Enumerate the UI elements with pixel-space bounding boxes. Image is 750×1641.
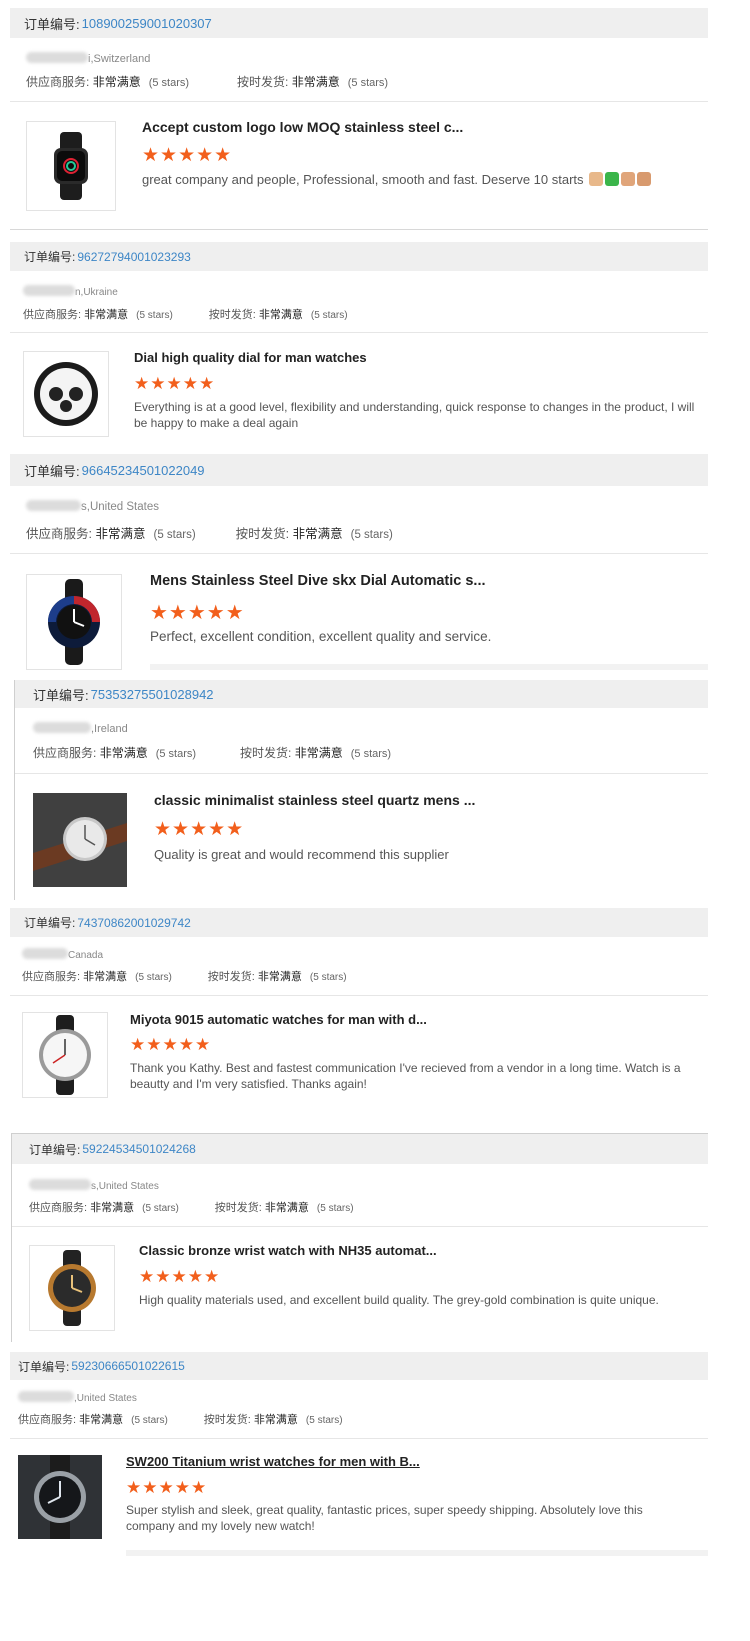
redacted-name [33, 722, 91, 733]
redacted-name [18, 1391, 74, 1402]
star-rating: ★★★★★ [126, 1478, 208, 1497]
order-header: 订单编号: 59230666501022615 [10, 1352, 708, 1380]
card-border [11, 1134, 12, 1342]
order-number-label: 订单编号: [18, 1359, 70, 1374]
minimalist-watch-image [33, 793, 127, 887]
order-number-label: 订单编号: [24, 463, 80, 479]
product-title[interactable]: Classic bronze wrist watch with NH35 aut… [139, 1243, 437, 1258]
buyer-location: i,Switzerland [26, 52, 150, 65]
redacted-name [26, 52, 88, 63]
flexed-biceps-icon [637, 172, 652, 186]
order-number-label: 订单编号: [24, 16, 80, 32]
bronze-watch-image [48, 1250, 96, 1326]
review-text: High quality materials used, and excelle… [139, 1293, 659, 1307]
order-header: 订单编号: 75353275501028942 [15, 680, 708, 708]
smartwatch-image [54, 132, 88, 200]
buyer-location: s,United States [26, 500, 159, 513]
divider [10, 332, 708, 333]
order-number-link[interactable]: 96645234501022049 [82, 463, 205, 478]
review-text: Quality is great and would recommend thi… [154, 847, 449, 862]
product-title[interactable]: SW200 Titanium wrist watches for men wit… [126, 1454, 420, 1469]
divider [10, 229, 708, 230]
star-rating: ★★★★★ [139, 1267, 221, 1286]
review-text: Perfect, excellent condition, excellent … [150, 629, 492, 644]
order-number-link[interactable]: 59224534501024268 [82, 1142, 195, 1156]
redacted-name [23, 285, 75, 296]
buyer-location: Canada [22, 948, 103, 961]
review-text: Super stylish and sleek, great quality, … [126, 1503, 643, 1534]
ok-hand-icon [621, 172, 636, 186]
star-rating: ★★★★★ [134, 374, 216, 393]
divider [126, 1550, 708, 1556]
buyer-location: ,United States [18, 1391, 137, 1404]
product-title[interactable]: classic minimalist stainless steel quart… [154, 792, 475, 808]
product-thumbnail[interactable] [18, 1455, 102, 1539]
product-title[interactable]: Miyota 9015 automatic watches for man wi… [130, 1012, 427, 1027]
buyer-location: s,United States [29, 1179, 159, 1192]
review-text: great company and people, Professional, … [142, 171, 702, 189]
product-title[interactable]: Accept custom logo low MOQ stainless ste… [142, 119, 463, 135]
thumbs-up-icon [589, 172, 604, 186]
order-number-link[interactable]: 74370862001029742 [77, 916, 190, 930]
order-number-link[interactable]: 108900259001020307 [82, 16, 212, 31]
divider [10, 553, 708, 554]
review-text: Everything is at a good level, flexibili… [134, 400, 695, 431]
order-header: 订单编号: 108900259001020307 [10, 8, 708, 38]
rating-row: 供应商服务: 非常满意 (5 stars) 按时发货: 非常满意 (5 stars) [18, 1414, 343, 1426]
dive-watch-image [48, 579, 100, 665]
check-mark-icon [605, 172, 620, 186]
rating-row: 供应商服务: 非常满意 (5 stars) 按时发货: 非常满意 (5 stars) [33, 746, 392, 760]
product-thumbnail[interactable] [26, 574, 122, 670]
product-thumbnail[interactable] [29, 1245, 115, 1331]
rating-row: 供应商服务: 非常满意 (5 stars) 按时发货: 非常满意 (5 stars) [29, 1202, 354, 1214]
buyer-location: n,Ukraine [23, 285, 118, 298]
divider [10, 1438, 708, 1439]
buyer-location: ,Ireland [33, 722, 128, 735]
redacted-name [26, 500, 81, 511]
order-number-link[interactable]: 59230666501022615 [71, 1359, 184, 1373]
order-number-label: 订单编号: [24, 250, 76, 264]
order-header: 订单编号: 96272794001023293 [10, 242, 708, 271]
rating-row: 供应商服务: 非常满意 (5 stars) 按时发货: 非常满意 (5 stars) [26, 75, 389, 89]
order-number-label: 订单编号: [24, 916, 76, 930]
divider [15, 773, 708, 774]
divider [150, 664, 708, 670]
order-number-label: 订单编号: [29, 1142, 81, 1157]
order-header: 订单编号: 74370862001029742 [10, 908, 708, 937]
rating-row: 供应商服务: 非常满意 (5 stars) 按时发货: 非常满意 (5 stars) [23, 309, 348, 321]
star-rating: ★★★★★ [154, 819, 245, 840]
divider [10, 995, 708, 996]
star-rating: ★★★★★ [150, 602, 245, 624]
order-number-link[interactable]: 96272794001023293 [77, 250, 190, 264]
order-number-link[interactable]: 75353275501028942 [91, 687, 214, 702]
divider [12, 1226, 708, 1227]
product-thumbnail[interactable] [22, 1012, 108, 1098]
redacted-name [22, 948, 68, 959]
titanium-watch-image [18, 1455, 102, 1539]
rating-row: 供应商服务: 非常满意 (5 stars) 按时发货: 非常满意 (5 stars) [26, 527, 393, 541]
product-thumbnail[interactable] [23, 351, 109, 437]
star-rating: ★★★★★ [142, 145, 233, 166]
divider [10, 101, 708, 102]
order-number-label: 订单编号: [33, 687, 89, 703]
product-thumbnail[interactable] [33, 793, 127, 887]
star-rating: ★★★★★ [130, 1035, 212, 1054]
product-title[interactable]: Dial high quality dial for man watches [134, 350, 367, 365]
automatic-watch-image [39, 1015, 91, 1095]
product-thumbnail[interactable] [26, 121, 116, 211]
rating-row: 供应商服务: 非常满意 (5 stars) 按时发货: 非常满意 (5 stars) [22, 971, 347, 983]
order-header: 订单编号: 59224534501024268 [12, 1134, 708, 1164]
product-title[interactable]: Mens Stainless Steel Dive skx Dial Autom… [150, 573, 486, 589]
watch-dial-image [34, 362, 98, 426]
review-text: Thank you Kathy. Best and fastest commun… [130, 1061, 681, 1092]
redacted-name [29, 1179, 91, 1190]
card-border [14, 680, 15, 900]
order-header: 订单编号: 96645234501022049 [10, 454, 708, 486]
